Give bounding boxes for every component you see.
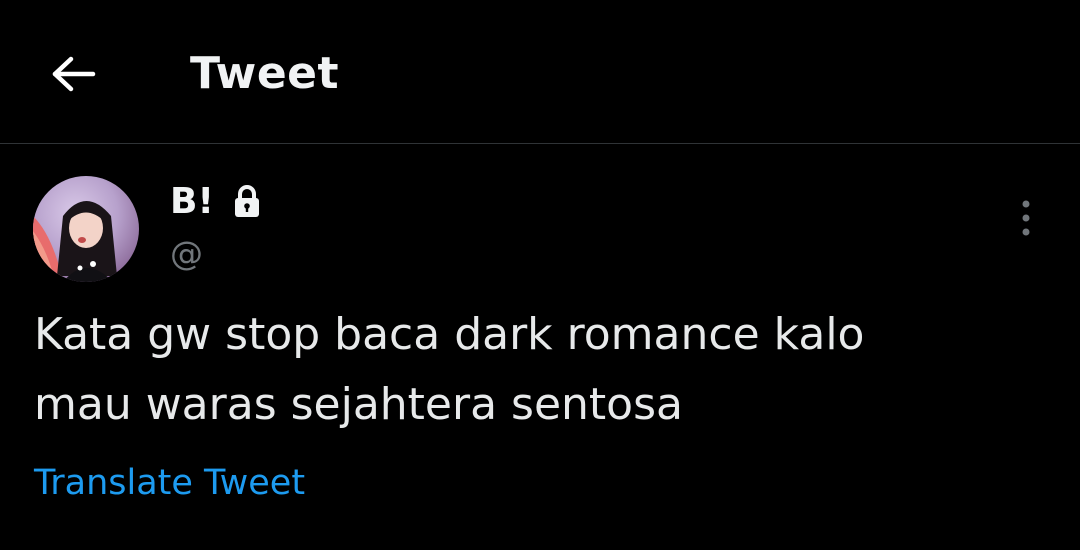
back-button[interactable] [44,44,104,104]
author-name-row: B! [170,176,262,226]
more-vertical-icon [1022,200,1030,236]
top-app-bar: Tweet [0,0,1080,144]
author-handle[interactable]: @ [170,232,203,276]
tweet-text-line: Kata gw stop baca dark romance kalo [34,309,865,360]
tweet-text-line: mau waras sejahtera sentosa [34,379,683,430]
page-title: Tweet [190,48,340,99]
tweet-text: Kata gw stop baca dark romance kalo mau … [34,300,1044,440]
avatar[interactable] [33,176,139,282]
profile-photo [33,176,139,282]
author-display-name[interactable]: B! [170,181,214,222]
lock-icon [234,185,259,217]
more-options-button[interactable] [1004,196,1048,240]
translate-tweet-link[interactable]: Translate Tweet [34,458,305,508]
arrow-left-icon [52,56,96,92]
